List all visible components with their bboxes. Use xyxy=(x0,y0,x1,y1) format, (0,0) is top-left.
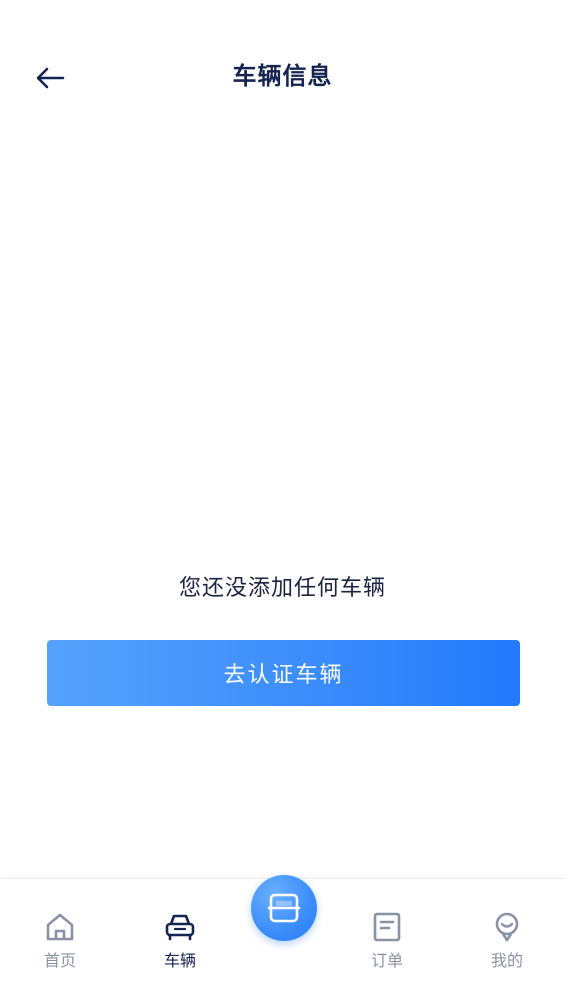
page-title: 车辆信息 xyxy=(232,62,333,90)
car-icon xyxy=(164,911,196,943)
tab-home-label: 首页 xyxy=(43,951,76,970)
tab-mine-label: 我的 xyxy=(490,951,523,970)
scan-icon xyxy=(267,893,301,923)
header: 车辆信息 xyxy=(0,44,565,108)
empty-state-message: 您还没添加任何车辆 xyxy=(178,576,386,601)
tab-vehicle-label: 车辆 xyxy=(163,951,196,970)
profile-icon xyxy=(491,911,523,943)
tab-order-label: 订单 xyxy=(370,951,403,970)
tab-home[interactable]: 首页 xyxy=(15,911,105,971)
home-icon xyxy=(44,911,76,943)
tab-mine[interactable]: 我的 xyxy=(462,911,552,971)
vehicle-info-page: 车辆信息 您还没添加任何车辆 去认证车辆 首页 车辆 订单 我的 xyxy=(0,0,565,1004)
tab-order[interactable]: 订单 xyxy=(342,911,432,971)
scan-button[interactable] xyxy=(251,875,317,941)
certify-vehicle-button[interactable]: 去认证车辆 xyxy=(47,640,520,706)
tab-vehicle[interactable]: 车辆 xyxy=(135,911,225,971)
order-icon xyxy=(371,911,403,943)
